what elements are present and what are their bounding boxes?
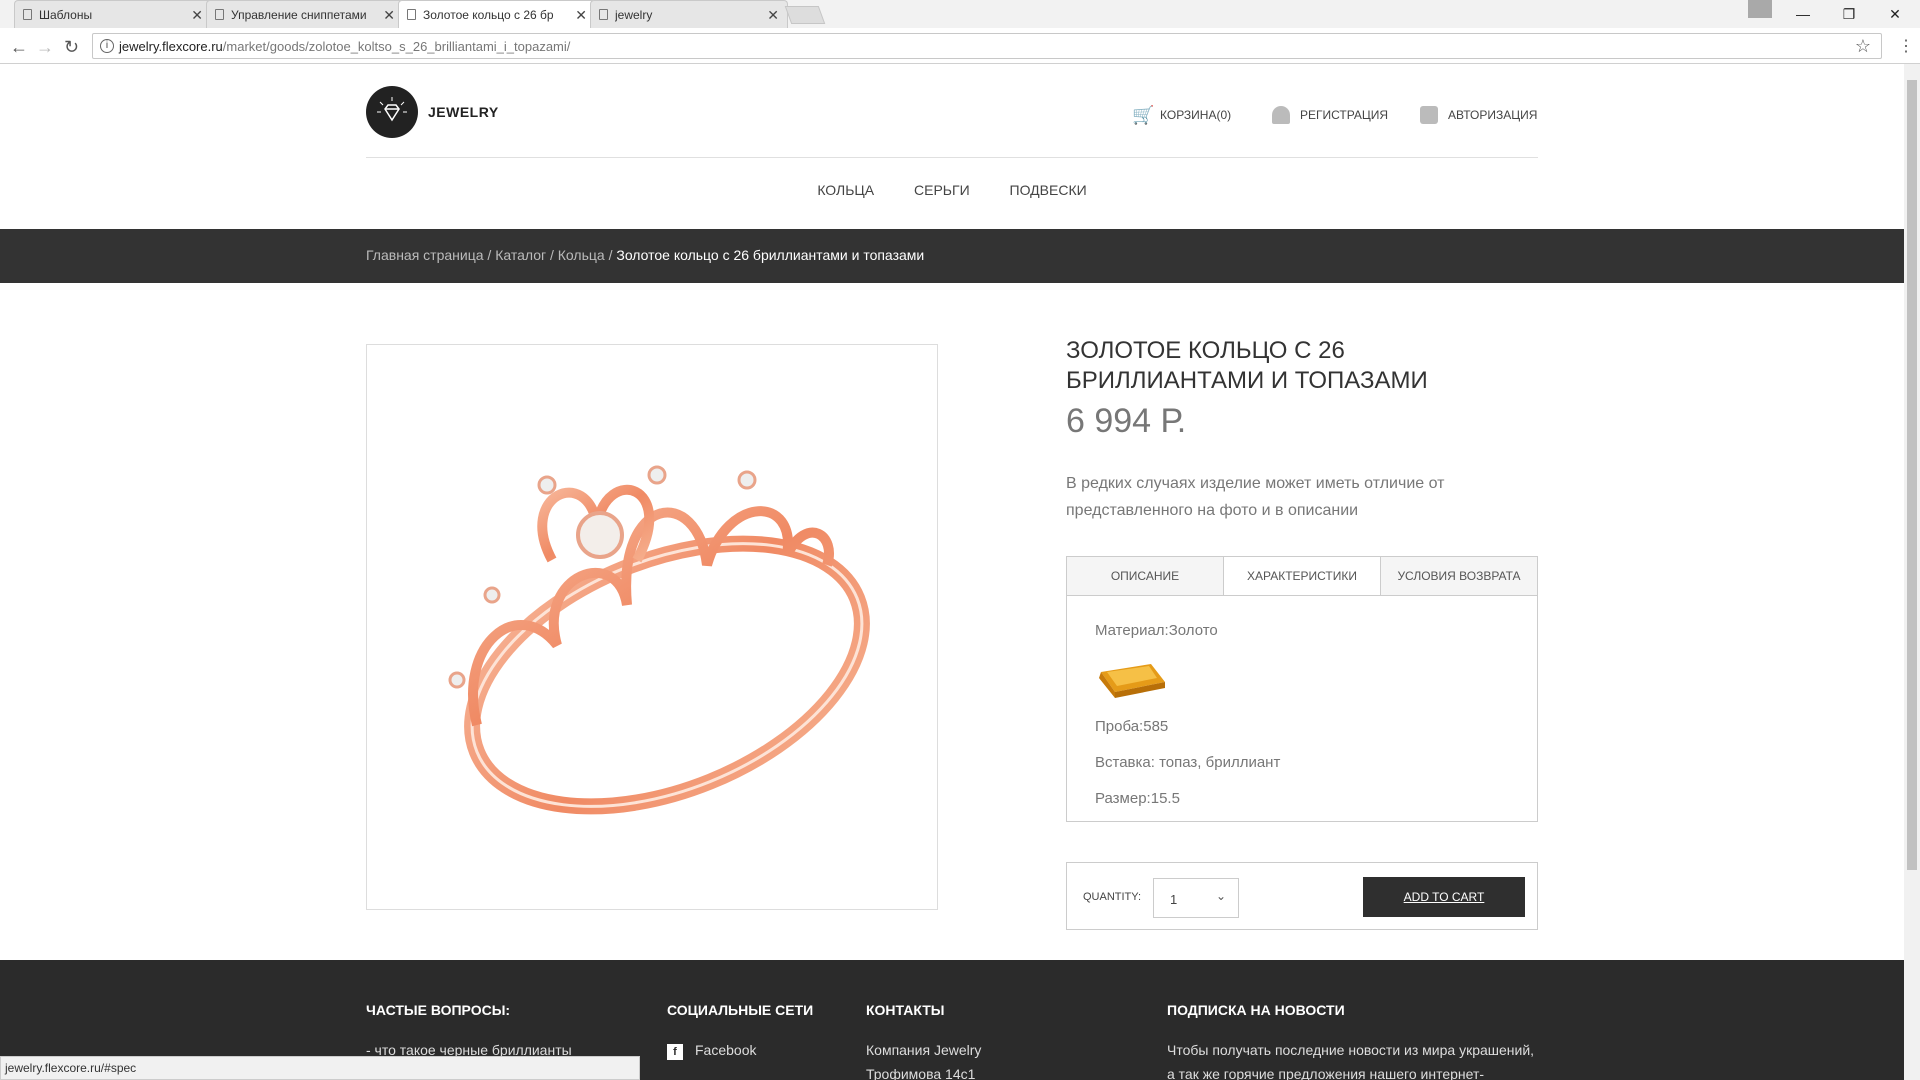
lock-icon [1420,106,1438,124]
footer-social: СОЦИАЛЬНЫЕ СЕТИ f Facebook [667,1002,813,1062]
close-icon[interactable]: ✕ [383,7,395,24]
document-icon [215,9,224,20]
facebook-link[interactable]: f Facebook [667,1038,813,1062]
product-tabs: ОПИСАНИЕ ХАРАКТЕРИСТИКИ УСЛОВИЯ ВОЗВРАТА [1066,556,1538,596]
main-nav: КОЛЬЦА СЕРЬГИ ПОДВЕСКИ [0,182,1904,198]
spec-panel: Материал:Золото Проба:585 Вставка: топаз… [1066,596,1538,822]
spec-size: Размер:15.5 [1095,790,1180,807]
product-image[interactable] [366,344,938,910]
site-header: JEWELRY 🛒 КОРЗИНА(0) РЕГИСТРАЦИЯ АВТОРИЗ… [366,64,1538,158]
breadcrumb-rings[interactable]: Кольца [558,247,605,263]
login-link[interactable]: АВТОРИЗАЦИЯ [1420,106,1537,124]
browser-tab-product[interactable]: Золотое кольцо с 26 бр ✕ [398,0,596,28]
back-icon[interactable]: ← [10,37,28,58]
product-price: 6 994 Р. [1066,402,1187,440]
menu-kebab-icon[interactable]: ⋮ [1898,36,1914,56]
footer-faq: ЧАСТЫЕ ВОПРОСЫ: - что такое черные брилл… [366,1002,572,1062]
logo-icon[interactable] [366,86,418,138]
cart-link[interactable]: 🛒 КОРЗИНА(0) [1132,106,1231,124]
gold-bar-icon [1099,664,1165,698]
nav-item-pendants[interactable]: ПОДВЕСКИ [1010,182,1087,198]
spec-insert: Вставка: топаз, бриллиант [1095,754,1281,771]
restore-button[interactable]: ❐ [1826,0,1872,28]
address-bar-area: ← → ↻ i jewelry.flexcore.ru/market/goods… [0,28,1920,64]
quantity-label: QUANTITY: [1083,891,1142,903]
forward-icon[interactable]: → [36,37,54,58]
info-icon[interactable]: i [100,39,114,53]
close-window-button[interactable]: ✕ [1872,0,1918,28]
reload-icon[interactable]: ↻ [64,37,79,58]
tab-description[interactable]: ОПИСАНИЕ [1067,557,1224,595]
ring-image [448,465,870,815]
browser-tab-templates[interactable]: Шаблоны ✕ [14,0,212,28]
status-bar-url: jewelry.flexcore.ru/#spec [0,1056,640,1080]
breadcrumb-current: Золотое кольцо с 26 бриллиантами и топаз… [616,247,925,263]
scrollbar-thumb[interactable] [1907,80,1917,870]
close-icon[interactable]: ✕ [575,7,587,24]
spec-proba: Проба:585 [1095,718,1169,735]
nav-item-earrings[interactable]: СЕРЬГИ [914,182,970,198]
quantity-select[interactable]: 1 ⌄ [1153,878,1239,918]
product-note: В редких случаях изделие может иметь отл… [1066,475,1445,519]
browser-tab-snippets[interactable]: Управление сниппетами ✕ [206,0,404,28]
user-icon [1272,106,1290,124]
browser-tab-jewelry[interactable]: jewelry ✕ [590,0,788,28]
new-tab-button[interactable] [784,6,826,24]
spec-material: Материал:Золото [1095,622,1218,639]
breadcrumb: Главная страница / Каталог / Кольца / Зо… [0,229,1904,283]
profile-icon[interactable] [1748,0,1772,18]
document-icon [23,9,32,20]
bookmark-star-icon[interactable]: ☆ [1855,36,1871,57]
facebook-icon: f [667,1044,683,1060]
register-link[interactable]: РЕГИСТРАЦИЯ [1272,106,1388,124]
logo-text[interactable]: JEWELRY [428,104,499,120]
footer-contacts: КОНТАКТЫ Компания Jewelry Трофимова 14с1 [866,1002,982,1080]
add-to-cart-panel: QUANTITY: 1 ⌄ ADD TO CART [1066,862,1538,930]
close-icon[interactable]: ✕ [191,7,203,24]
close-icon[interactable]: ✕ [767,7,779,24]
cart-icon: 🛒 [1132,105,1155,125]
breadcrumb-catalog[interactable]: Каталог [495,247,546,263]
product-title: ЗОЛОТОЕ КОЛЬЦО С 26 БРИЛЛИАНТАМИ И ТОПАЗ… [1066,337,1428,394]
minimize-button[interactable]: — [1780,0,1826,28]
add-to-cart-button[interactable]: ADD TO CART [1363,877,1525,917]
breadcrumb-home[interactable]: Главная страница [366,247,484,263]
nav-item-rings[interactable]: КОЛЬЦА [817,182,874,198]
tab-characteristics[interactable]: ХАРАКТЕРИСТИКИ [1224,557,1381,595]
footer-newsletter: ПОДПИСКА НА НОВОСТИ Чтобы получать после… [1167,1002,1535,1080]
tab-strip: Шаблоны ✕ Управление сниппетами ✕ Золото… [0,0,1920,28]
document-icon [407,9,416,20]
url-input[interactable]: i jewelry.flexcore.ru/market/goods/zolot… [92,33,1882,59]
chevron-down-icon: ⌄ [1215,889,1226,903]
page-content: JEWELRY 🛒 КОРЗИНА(0) РЕГИСТРАЦИЯ АВТОРИЗ… [0,64,1904,1080]
document-icon [599,9,608,20]
tab-return-policy[interactable]: УСЛОВИЯ ВОЗВРАТА [1381,557,1537,595]
